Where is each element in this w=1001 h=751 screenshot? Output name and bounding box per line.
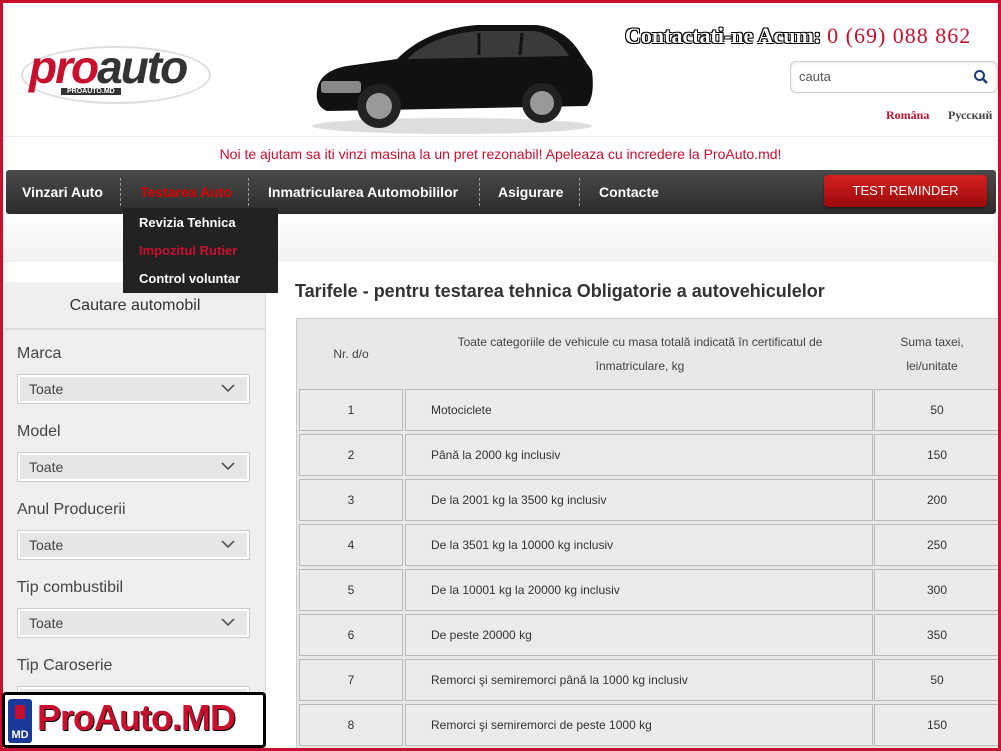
nav-separator: [579, 178, 580, 206]
select-value: Toate: [29, 459, 64, 475]
table-header-category: Toate categoriile de vehicule cu masa to…: [457, 335, 823, 373]
table-cell-suma: 50: [874, 389, 1000, 431]
table-cell-category: Remorci şi semiremorci de peste 1000 kg: [405, 704, 873, 746]
header: proauto PROAUTO.MD Contactati-ne Acum: 0 …: [3, 3, 998, 135]
filter-label-anul: Anul Producerii: [17, 501, 126, 518]
table-cell-category: De la 2001 kg la 3500 kg inclusiv: [405, 479, 873, 521]
table-cell-suma: 350: [874, 614, 1000, 656]
logo-subtitle: PROAUTO.MD: [61, 88, 121, 95]
table-cell-suma: 150: [874, 704, 1000, 746]
select-tip-combustibil[interactable]: Toate: [17, 608, 250, 638]
table-cell-suma: 200: [874, 479, 1000, 521]
table-cell-nr: 8: [299, 704, 403, 746]
select-value: Toate: [29, 615, 64, 631]
test-reminder-button[interactable]: TEST REMINDER: [824, 175, 987, 207]
table-cell-category: Până la 2000 kg inclusiv: [405, 434, 873, 476]
select-value: Toate: [29, 381, 64, 397]
chevron-down-icon: [221, 462, 235, 471]
table-cell-nr: 6: [299, 614, 403, 656]
table-cell-suma: 50: [874, 659, 1000, 701]
nav-separator: [120, 178, 121, 206]
table-header-nr: Nr. d/o: [333, 347, 369, 361]
nav-separator: [248, 178, 249, 206]
table-cell-nr: 5: [299, 569, 403, 611]
search-box: [790, 61, 998, 93]
watermark-text: ProAuto.MD: [37, 697, 236, 738]
table-cell-category: De peste 20000 kg: [405, 614, 873, 656]
contact-label: Contactati-ne Acum:: [625, 23, 822, 48]
select-marca[interactable]: Toate: [17, 374, 250, 404]
dropdown-impozitul-rutier[interactable]: Impozitul Rutier: [139, 243, 237, 258]
site-logo[interactable]: proauto PROAUTO.MD: [21, 38, 211, 108]
phone-number[interactable]: 0 (69) 088 862: [827, 23, 971, 48]
tagline: Noi te ajutam sa iti vinzi masina la un …: [3, 136, 998, 168]
filter-label-caroserie: Tip Caroserie: [17, 657, 113, 674]
car-image: [312, 25, 593, 134]
search-icon[interactable]: [973, 69, 989, 85]
filter-label-combustibil: Tip combustibil: [17, 579, 124, 596]
chevron-down-icon: [221, 384, 235, 393]
table-cell-suma: 150: [874, 434, 1000, 476]
table-cell-nr: 4: [299, 524, 403, 566]
table-cell-nr: 7: [299, 659, 403, 701]
nav-inmatricularea[interactable]: Inmatricularea Automobililor: [268, 170, 458, 214]
table-cell-nr: 3: [299, 479, 403, 521]
chevron-down-icon: [221, 618, 235, 627]
table-cell-category: De la 3501 kg la 10000 kg inclusiv: [405, 524, 873, 566]
table-cell-category: Remorci şi semiremorci până la 1000 kg i…: [405, 659, 873, 701]
filter-label-marca: Marca: [17, 345, 62, 362]
lang-romana[interactable]: Româna: [886, 108, 929, 123]
nav-contacte[interactable]: Contacte: [599, 170, 659, 214]
emblem-icon: [15, 705, 25, 719]
dropdown-control-voluntar[interactable]: Control voluntar: [139, 271, 240, 286]
table-cell-category: Motociclete: [405, 389, 873, 431]
page-title: Tarifele - pentru testarea tehnica Oblig…: [295, 281, 825, 301]
contact-phone: Contactati-ne Acum: 0 (69) 088 862: [625, 23, 971, 49]
select-model[interactable]: Toate: [17, 452, 250, 482]
lang-russian[interactable]: Русский: [948, 108, 992, 123]
table-cell-suma: 250: [874, 524, 1000, 566]
chevron-down-icon: [221, 540, 235, 549]
search-input[interactable]: [799, 69, 969, 84]
logo-wordmark: proauto: [29, 41, 188, 93]
nav-separator: [479, 178, 480, 206]
table-cell-category: De la 10001 kg la 20000 kg inclusiv: [405, 569, 873, 611]
select-anul-producerii[interactable]: Toate: [17, 530, 250, 560]
tariff-table: Nr. d/o Toate categoriile de vehicule cu…: [296, 318, 1001, 751]
table-cell-nr: 2: [299, 434, 403, 476]
flag-code: MD: [11, 729, 29, 741]
proauto-watermark: MD ProAuto.MD: [2, 692, 266, 748]
table-cell-suma: 300: [874, 569, 1000, 611]
nav-vinzari-auto[interactable]: Vinzari Auto: [22, 170, 103, 214]
search-sidebar: Cautare automobil Marca Toate Model Toat…: [4, 282, 266, 751]
dropdown-revizia-tehnica[interactable]: Revizia Tehnica: [139, 215, 236, 230]
md-flag-icon: MD: [8, 699, 32, 743]
select-value: Toate: [29, 537, 64, 553]
table-cell-nr: 1: [299, 389, 403, 431]
filter-label-model: Model: [17, 423, 61, 440]
nav-asigurare[interactable]: Asigurare: [498, 170, 563, 214]
testarea-dropdown: Revizia Tehnica Impozitul Rutier Control…: [123, 208, 278, 293]
table-header-suma: Suma taxei, lei/unitate: [900, 335, 964, 373]
